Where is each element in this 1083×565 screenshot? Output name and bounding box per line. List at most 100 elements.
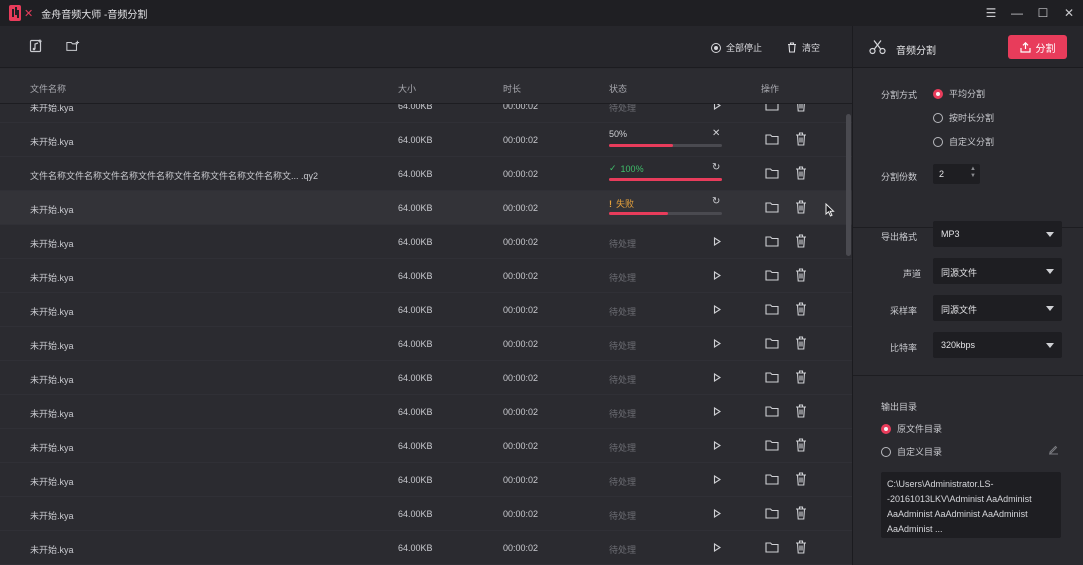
close-icon[interactable]: ✕ — [1063, 6, 1075, 20]
radio-average-split[interactable]: 平均分割 — [933, 87, 985, 100]
menu-icon[interactable]: ☰ — [985, 6, 997, 20]
delete-icon[interactable] — [795, 540, 807, 554]
file-size: 64.00KB — [398, 237, 433, 247]
header-duration[interactable]: 时长 — [503, 82, 521, 95]
delete-icon[interactable] — [795, 166, 807, 180]
delete-icon[interactable] — [795, 302, 807, 316]
stop-all-button[interactable]: 全部停止 — [711, 41, 762, 54]
header-name[interactable]: 文件名称 — [30, 82, 66, 95]
open-folder-icon[interactable] — [765, 168, 779, 179]
file-duration: 00:00:02 — [503, 237, 539, 247]
retry-icon[interactable]: ↻ — [712, 162, 720, 173]
status-text: 待处理 — [609, 104, 637, 113]
file-duration: 00:00:02 — [503, 169, 539, 179]
table-row[interactable]: 未开始.kya 64.00KB 00:00:02 待处理 — [0, 259, 852, 293]
open-folder-icon[interactable] — [765, 474, 779, 485]
table-row[interactable]: 未开始.kya 64.00KB 00:00:02 待处理 — [0, 531, 852, 565]
play-icon[interactable] — [713, 407, 721, 416]
table-row[interactable]: 未开始.kya 64.00KB 00:00:02! 失败 ↻ — [0, 191, 852, 225]
delete-icon[interactable] — [795, 506, 807, 520]
delete-icon[interactable] — [795, 268, 807, 282]
radio-custom-split[interactable]: 自定义分割 — [933, 135, 994, 148]
channel-select[interactable]: 同源文件 — [933, 258, 1062, 284]
split-button[interactable]: 分割 — [1008, 35, 1067, 59]
open-folder-icon[interactable] — [765, 406, 779, 417]
radio-duration-split[interactable]: 按时长分割 — [933, 111, 994, 124]
play-icon[interactable] — [713, 441, 721, 450]
delete-icon[interactable] — [795, 234, 807, 248]
sample-rate-select[interactable]: 同源文件 — [933, 295, 1062, 321]
play-icon[interactable] — [713, 305, 721, 314]
bitrate-select[interactable]: 320kbps — [933, 332, 1062, 358]
play-icon[interactable] — [713, 509, 721, 518]
open-folder-icon[interactable] — [765, 236, 779, 247]
close-tab-icon[interactable]: ✕ — [24, 7, 33, 20]
delete-icon[interactable] — [795, 104, 807, 112]
play-icon[interactable] — [713, 237, 721, 246]
play-icon[interactable] — [713, 475, 721, 484]
delete-icon[interactable] — [795, 336, 807, 350]
split-count-stepper[interactable]: 2 ▲ ▼ — [933, 164, 980, 184]
delete-icon[interactable] — [795, 370, 807, 384]
open-folder-icon[interactable] — [765, 372, 779, 383]
open-folder-icon[interactable] — [765, 134, 779, 145]
format-settings-section: 导出格式 MP3 声道 同源文件 采样率 同源文件 比特率 320kbps — [853, 208, 1083, 376]
progress-bar — [609, 178, 722, 181]
table-row[interactable]: 未开始.kya 64.00KB 00:00:02 待处理 — [0, 429, 852, 463]
status-text: 待处理 — [609, 409, 637, 419]
table-row[interactable]: 未开始.kya 64.00KB 00:00:02 待处理 — [0, 293, 852, 327]
delete-icon[interactable] — [795, 404, 807, 418]
table-row[interactable]: 未开始.kya 64.00KB 00:00:02 待处理 — [0, 395, 852, 429]
delete-icon[interactable] — [795, 200, 807, 214]
add-folder-icon[interactable] — [66, 39, 80, 53]
clear-button[interactable]: 清空 — [787, 41, 820, 54]
edit-icon[interactable] — [1048, 444, 1059, 455]
output-path-field[interactable]: C:\Users\Administrator.LS--20161013LKV\A… — [881, 472, 1061, 538]
radio-custom-dir[interactable]: 自定义目录 — [881, 445, 942, 458]
delete-icon[interactable] — [795, 472, 807, 486]
list-scrollbar[interactable] — [846, 114, 851, 256]
header-size[interactable]: 大小 — [398, 82, 416, 95]
open-folder-icon[interactable] — [765, 338, 779, 349]
select-value: 同源文件 — [941, 305, 978, 315]
play-icon[interactable] — [713, 373, 721, 382]
cancel-icon[interactable]: ✕ — [712, 128, 720, 139]
play-icon[interactable] — [713, 543, 721, 552]
stepper-arrows-icon[interactable]: ▲ ▼ — [970, 166, 976, 180]
open-folder-icon[interactable] — [765, 508, 779, 519]
open-folder-icon[interactable] — [765, 202, 779, 213]
file-name: 未开始.kya — [30, 409, 74, 419]
table-row[interactable]: 未开始.kya 64.00KB 00:00:02 待处理 — [0, 463, 852, 497]
open-folder-icon[interactable] — [765, 270, 779, 281]
minimize-icon[interactable]: — — [1011, 6, 1023, 20]
retry-icon[interactable]: ↻ — [712, 196, 720, 207]
file-name: 未开始.kya — [30, 239, 74, 249]
chevron-down-icon — [1046, 232, 1054, 237]
radio-source-dir[interactable]: 原文件目录 — [881, 422, 942, 435]
open-folder-icon[interactable] — [765, 104, 779, 111]
chevron-down-icon — [1046, 269, 1054, 274]
file-size: 64.00KB — [398, 169, 433, 179]
table-row[interactable]: 未开始.kya 64.00KB 00:00:02 待处理 — [0, 497, 852, 531]
play-icon[interactable] — [713, 271, 721, 280]
table-row[interactable]: 文件名称文件名称文件名称文件名称文件名称文件名称文件名称文... .qy2 64.… — [0, 157, 852, 191]
maximize-icon[interactable]: ☐ — [1037, 6, 1049, 20]
table-row[interactable]: 未开始.kya 64.00KB 00:00:02 待处理 — [0, 361, 852, 395]
app-logo-icon — [9, 5, 21, 21]
delete-icon[interactable] — [795, 438, 807, 452]
play-icon[interactable] — [713, 104, 721, 110]
table-row[interactable]: 未开始.kya 64.00KB 00:00:02 待处理 — [0, 327, 852, 361]
window-title: 金舟音频大师 -音频分割 — [41, 9, 148, 21]
select-value: MP3 — [941, 229, 960, 239]
open-folder-icon[interactable] — [765, 304, 779, 315]
table-row[interactable]: 未开始.kya 64.00KB 00:00:02 待处理 — [0, 225, 852, 259]
delete-icon[interactable] — [795, 132, 807, 146]
export-format-select[interactable]: MP3 — [933, 221, 1062, 247]
open-folder-icon[interactable] — [765, 440, 779, 451]
table-row[interactable]: 未开始.kya 64.00KB 00:00:02 待处理 — [0, 104, 852, 123]
open-folder-icon[interactable] — [765, 542, 779, 553]
table-row[interactable]: 未开始.kya 64.00KB 00:00:02 50% ✕ — [0, 123, 852, 157]
output-dir-label: 输出目录 — [881, 402, 918, 412]
add-music-file-icon[interactable] — [29, 39, 43, 53]
play-icon[interactable] — [713, 339, 721, 348]
